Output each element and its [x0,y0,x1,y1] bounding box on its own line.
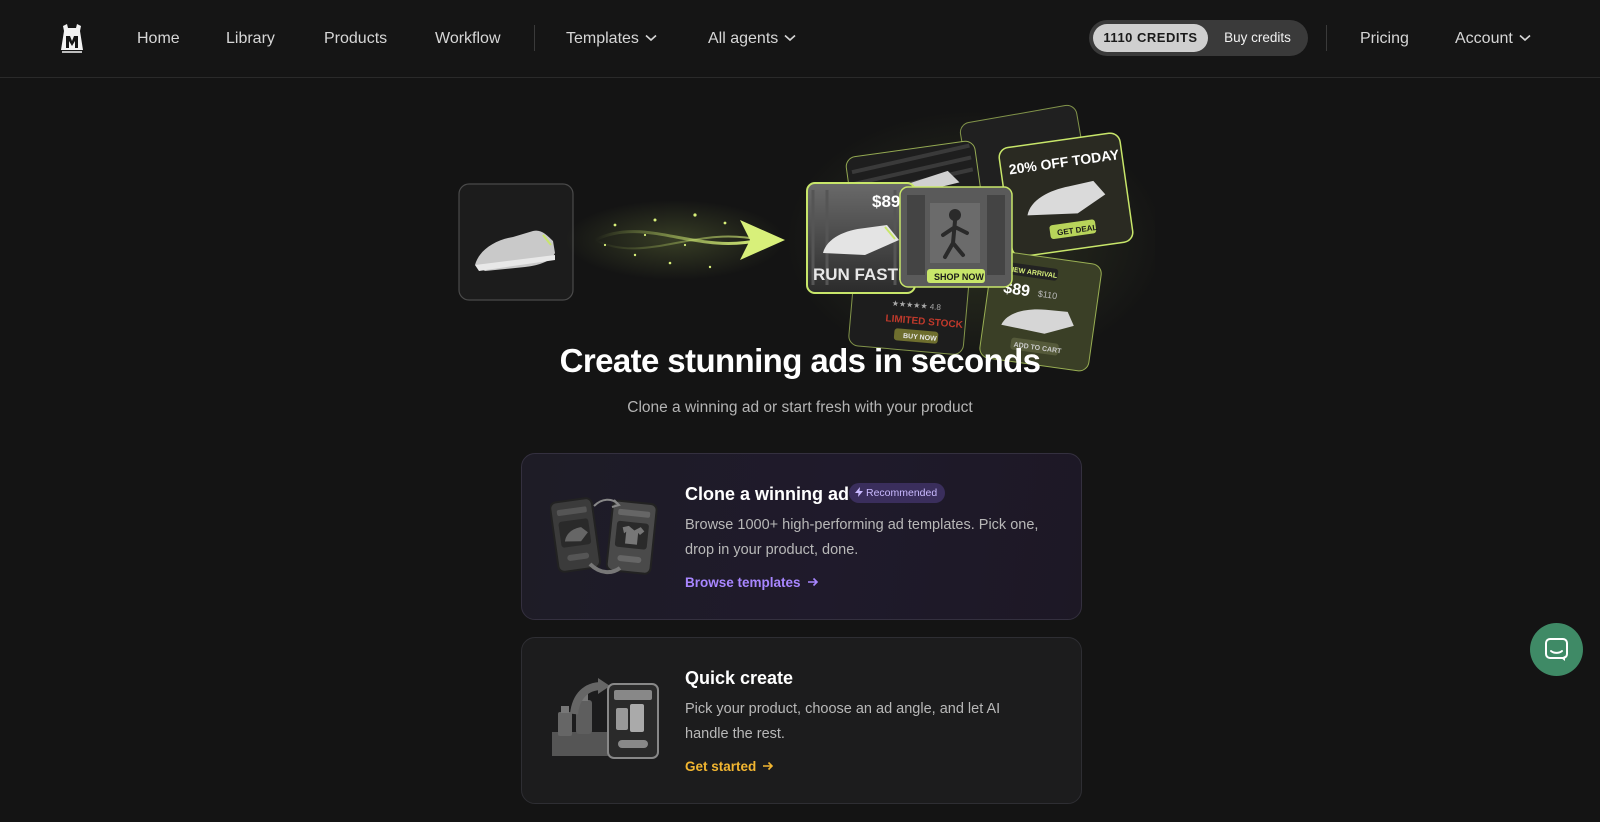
logo-icon[interactable] [60,24,84,54]
quick-create-card[interactable]: Quick create Pick your product, choose a… [521,637,1082,804]
nav-account-dropdown[interactable]: Account [1455,28,1531,50]
arrow-right-icon [807,578,818,587]
nav-account-label: Account [1455,30,1513,47]
get-started-label: Get started [685,759,757,774]
ad-card-shop-now: SHOP NOW [899,186,1013,288]
chevron-down-icon [784,34,796,41]
nav-divider [1326,25,1327,51]
clone-ad-description: Browse 1000+ high-performing ad template… [685,517,1039,558]
nav-pricing[interactable]: Pricing [1360,28,1409,50]
recommended-badge: Recommended [849,483,946,503]
nav-home[interactable]: Home [137,28,180,50]
ad-price-1-text: $89 [872,192,900,211]
hero-illustration: 20% OFF TODAY GET DEAL ★★★★★ 4.8 LIMITED… [458,104,1155,372]
browse-templates-label: Browse templates [685,575,801,590]
chevron-down-icon [1519,34,1531,41]
transform-arrow [565,200,785,280]
arrow-right-icon [763,762,774,771]
product-thumbnail [458,183,574,301]
clone-ad-illustration [550,497,658,575]
nav-divider [534,25,535,51]
nav-agents-label: All agents [708,30,779,47]
credits-count: 1110 CREDITS [1093,24,1208,52]
credits-pill: 1110 CREDITS Buy credits [1089,20,1308,56]
quick-create-illustration [552,678,659,759]
quick-create-description: Pick your product, choose an ad angle, a… [685,701,1001,742]
chat-launcher-button[interactable] [1530,623,1583,676]
ad-card-discount: 20% OFF TODAY GET DEAL [998,132,1134,258]
lightning-icon [855,487,863,498]
nav-templates-dropdown[interactable]: Templates [566,28,657,50]
clone-ad-card[interactable]: Clone a winning ad Recommended Browse 10… [521,453,1082,620]
page-subtitle: Clone a winning ad or start fresh with y… [627,399,973,416]
nav-agents-dropdown[interactable]: All agents [708,28,796,50]
nav-templates-label: Templates [566,30,639,47]
quick-create-title: Quick create [685,668,794,688]
recommended-badge-label: Recommended [866,487,938,499]
nav-library[interactable]: Library [226,28,275,50]
buy-credits-button[interactable]: Buy credits [1211,24,1304,52]
nav-products[interactable]: Products [324,28,387,50]
ad-shop-now-text: SHOP NOW [934,272,984,282]
chat-icon [1545,638,1568,661]
nav-workflow[interactable]: Workflow [435,28,501,50]
get-started-link[interactable]: Get started [685,759,774,774]
top-navigation: Home Library Products Workflow Templates… [0,0,1600,78]
chevron-down-icon [645,34,657,41]
clone-ad-title: Clone a winning ad [685,484,850,504]
page-title: Create stunning ads in seconds [559,342,1041,379]
browse-templates-link[interactable]: Browse templates [685,575,819,590]
